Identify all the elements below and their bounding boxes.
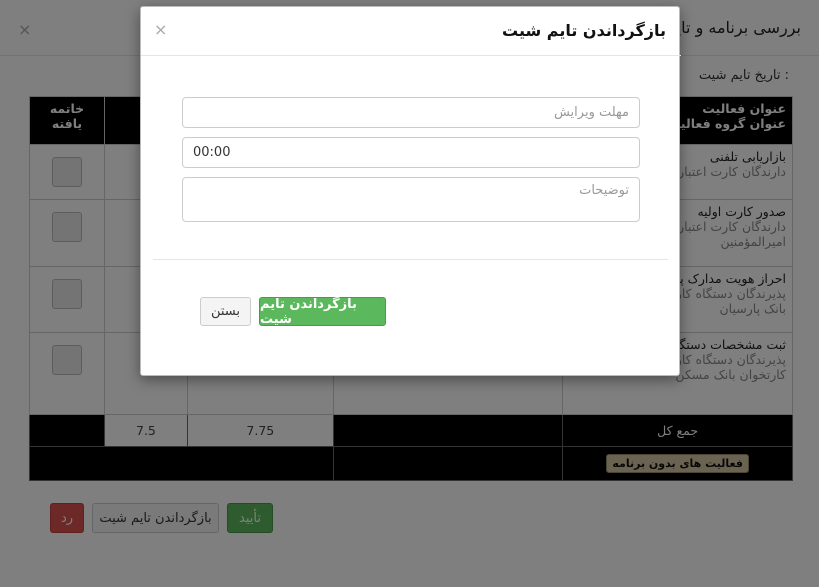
close-icon[interactable]: ×: [154, 22, 167, 38]
description-textarea[interactable]: [182, 177, 640, 222]
revert-submit-button[interactable]: بازگرداندن تایم شیت: [259, 297, 386, 327]
close-button[interactable]: بستن: [200, 297, 251, 326]
revert-timesheet-modal: بازگرداندن تایم شیت × بازگرداندن تایم شی…: [140, 6, 681, 376]
time-input[interactable]: [182, 137, 640, 168]
modal-divider: [153, 259, 668, 260]
modal-title: بازگرداندن تایم شیت: [502, 21, 666, 40]
edit-deadline-input[interactable]: [182, 97, 640, 128]
modal-header: بازگرداندن تایم شیت ×: [141, 7, 681, 56]
